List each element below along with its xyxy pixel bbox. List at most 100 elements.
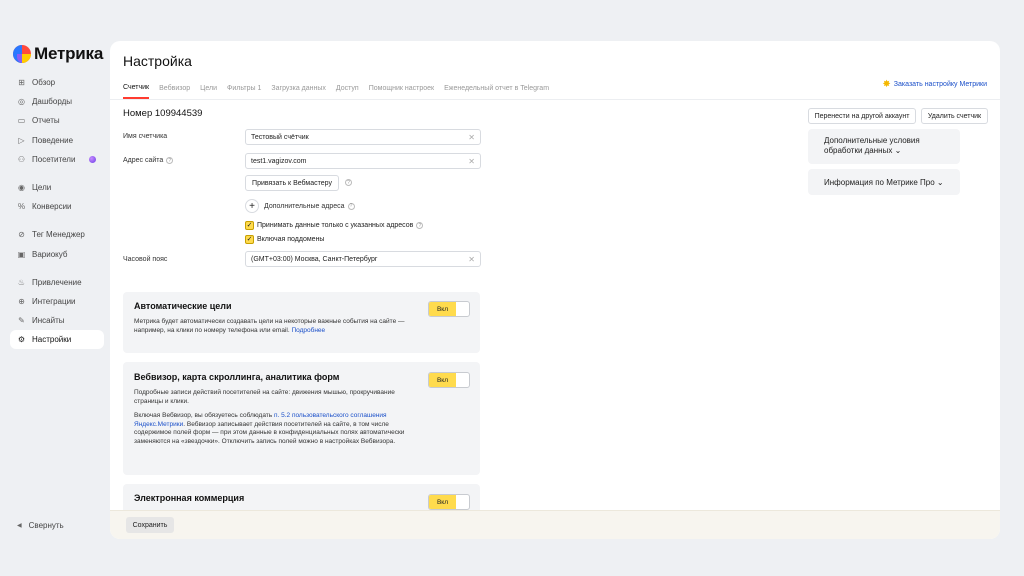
timezone-select[interactable]: (GMT+03:00) Москва, Санкт-Петербург ✕ <box>245 251 481 267</box>
info-icon[interactable]: ? <box>166 157 174 164</box>
info-icon[interactable]: ? <box>416 222 424 229</box>
only-listed-label: Принимать данные только с указанных адре… <box>257 222 414 229</box>
sidebar-item-label: Вариокуб <box>32 249 68 259</box>
only-listed-addresses-checkbox[interactable]: ✓ Принимать данные только с указанных ад… <box>245 221 424 230</box>
fire-icon: ♨ <box>17 277 26 287</box>
additional-addresses-label: Дополнительные адреса <box>264 202 345 210</box>
auto-goals-description: Метрика будет автоматически создавать це… <box>134 318 405 334</box>
sidebar-item-variocube[interactable]: ▣ Вариокуб <box>10 245 104 264</box>
gear-icon: ⚙ <box>17 335 26 345</box>
sidebar-item-conversions[interactable]: % Конверсии <box>10 197 104 216</box>
additional-addresses-row[interactable]: + Дополнительные адреса ? <box>245 199 355 213</box>
metrika-pro-box[interactable]: Информация по Метрике Про ⌄ <box>808 169 960 195</box>
extra-conditions-box[interactable]: Дополнительные условия обработки данных … <box>808 129 960 164</box>
sidebar-item-settings[interactable]: ⚙ Настройки <box>10 330 104 350</box>
sidebar-item-behavior[interactable]: ▷ Поведение <box>10 131 104 150</box>
include-subdomains-checkbox[interactable]: ✓ Включая поддомены <box>245 235 324 244</box>
info-icon[interactable]: ? <box>347 202 355 210</box>
clear-icon[interactable]: ✕ <box>468 133 475 142</box>
users-icon: ⚇ <box>17 154 26 164</box>
sidebar-item-label: Цели <box>32 183 52 193</box>
sidebar-item-tag-manager[interactable]: ⊘ Тег Менеджер <box>10 225 104 244</box>
chevron-down-icon: ⌄ <box>894 146 902 155</box>
sidebar-item-label: Инсайты <box>32 316 65 326</box>
tab-access[interactable]: Доступ <box>336 80 359 99</box>
counter-name-value: Тестовый счётчик <box>251 133 309 141</box>
magic-wand-icon: ✎ <box>18 316 25 326</box>
extra-conditions-label: Дополнительные условия обработки данных <box>824 136 920 155</box>
tab-webvisor[interactable]: Вебвизор <box>159 80 190 99</box>
sidebar-item-label: Настройки <box>32 335 72 345</box>
clear-icon[interactable]: ✕ <box>468 157 475 166</box>
sidebar-item-reports[interactable]: ▭ Отчеты <box>10 111 104 130</box>
sidebar-item-integrations[interactable]: ⊕ Интеграции <box>10 292 104 311</box>
cube-icon: ▣ <box>17 249 26 259</box>
sidebar-item-label: Дашборды <box>32 97 72 107</box>
info-icon[interactable]: ? <box>345 179 352 186</box>
tab-setup-assistant[interactable]: Помощник настроек <box>369 80 434 99</box>
timezone-label: Часовой пояс <box>123 256 168 263</box>
webvisor-panel: Вебвизор, карта скроллинга, аналитика фо… <box>123 362 480 475</box>
sidebar-item-acquisition[interactable]: ♨ Привлечение <box>10 273 104 292</box>
sidebar-item-goals[interactable]: ◉ Цели <box>10 178 104 197</box>
sidebar-item-label: Привлечение <box>32 277 82 287</box>
webvisor-title: Вебвизор, карта скроллинга, аналитика фо… <box>134 372 340 382</box>
tab-counter[interactable]: Счетчик <box>123 80 150 99</box>
link-webmaster-button[interactable]: Привязать к Вебмастеру <box>245 175 339 191</box>
logo-text: Метрика <box>34 44 104 63</box>
order-setup-link[interactable]: ✸ Заказать настройку Метрики <box>882 79 987 90</box>
collapse-sidebar-button[interactable]: ◀ Свернуть <box>17 521 64 530</box>
sidebar-item-label: Посетители <box>32 154 76 164</box>
order-setup-label: Заказать настройку Метрики <box>893 81 987 88</box>
collapse-arrow-icon: ◀ <box>17 523 22 529</box>
tab-goals[interactable]: Цели <box>200 80 217 99</box>
settings-main: Настройка Счетчик Вебвизор Цели Фильтры … <box>110 41 1000 539</box>
tab-filters[interactable]: Фильтры 1 <box>227 80 261 99</box>
integrations-icon: ⊕ <box>18 296 25 306</box>
auto-goals-title: Автоматические цели <box>134 301 232 311</box>
sidebar-item-label: Интеграции <box>32 296 76 306</box>
site-address-field[interactable]: test1.vagizov.com ✕ <box>245 153 481 169</box>
move-account-button[interactable]: Перенести на другой аккаунт <box>808 108 916 124</box>
metrika-pro-label: Информация по Метрике Про <box>824 177 935 187</box>
delete-counter-button[interactable]: Удалить счетчик <box>921 108 988 124</box>
more-link[interactable]: Подробнее <box>291 327 325 334</box>
tab-data-upload[interactable]: Загрузка данных <box>271 80 326 99</box>
sidebar-item-visitors[interactable]: ⚇ Посетители <box>10 150 104 169</box>
dashboard-icon: ◎ <box>18 97 25 107</box>
sidebar-item-insights[interactable]: ✎ Инсайты <box>10 311 104 330</box>
checkbox-checked-icon[interactable]: ✓ <box>245 221 254 230</box>
tag-icon: ⊘ <box>18 230 25 240</box>
play-icon: ▷ <box>18 135 25 145</box>
settings-tabs: Счетчик Вебвизор Цели Фильтры 1 Загрузка… <box>123 80 559 100</box>
percent-icon: % <box>17 202 26 212</box>
webvisor-agreement: Включая Вебвизор, вы обязуетесь соблюдат… <box>134 412 405 445</box>
toggle-on-label: Вкл <box>429 373 456 387</box>
webvisor-description: Подробные записи действий посетителей на… <box>134 389 395 405</box>
metrika-logo[interactable]: Метрика <box>13 44 103 64</box>
webvisor-toggle[interactable]: Вкл <box>428 372 470 388</box>
sidebar-item-overview[interactable]: ⊞ Обзор <box>10 73 104 92</box>
save-button[interactable]: Сохранить <box>126 517 174 533</box>
tab-telegram-report[interactable]: Еженедельный отчет в Telegram <box>444 80 549 99</box>
include-subdomains-label: Включая поддомены <box>257 236 325 243</box>
clear-icon[interactable]: ✕ <box>468 255 475 264</box>
auto-goals-toggle[interactable]: Вкл <box>428 301 470 317</box>
sidebar-item-label: Обзор <box>32 78 56 88</box>
target-icon: ◉ <box>18 183 25 193</box>
page-title: Настройка <box>123 53 192 69</box>
sidebar-nav: ⊞ Обзор ◎ Дашборды ▭ Отчеты ▷ Поведение ⚇ Пос… <box>10 73 104 350</box>
sidebar-item-dashboards[interactable]: ◎ Дашборды <box>10 92 104 111</box>
toggle-on-label: Вкл <box>429 495 456 509</box>
plus-icon[interactable]: + <box>245 199 259 213</box>
ecommerce-title: Электронная коммерция <box>134 493 245 503</box>
metrika-logo-icon <box>13 45 31 63</box>
checkbox-checked-icon[interactable]: ✓ <box>245 235 254 244</box>
tabs-divider <box>110 99 1000 100</box>
sidebar: Метрика ⊞ Обзор ◎ Дашборды ▭ Отчеты ▷ Поведе… <box>0 0 110 576</box>
ecommerce-toggle[interactable]: Вкл <box>428 494 470 510</box>
sidebar-item-label: Отчеты <box>32 116 60 126</box>
collapse-label: Свернуть <box>28 521 64 530</box>
counter-name-label: Имя счетчика <box>123 133 168 140</box>
counter-name-field[interactable]: Тестовый счётчик ✕ <box>245 129 481 145</box>
